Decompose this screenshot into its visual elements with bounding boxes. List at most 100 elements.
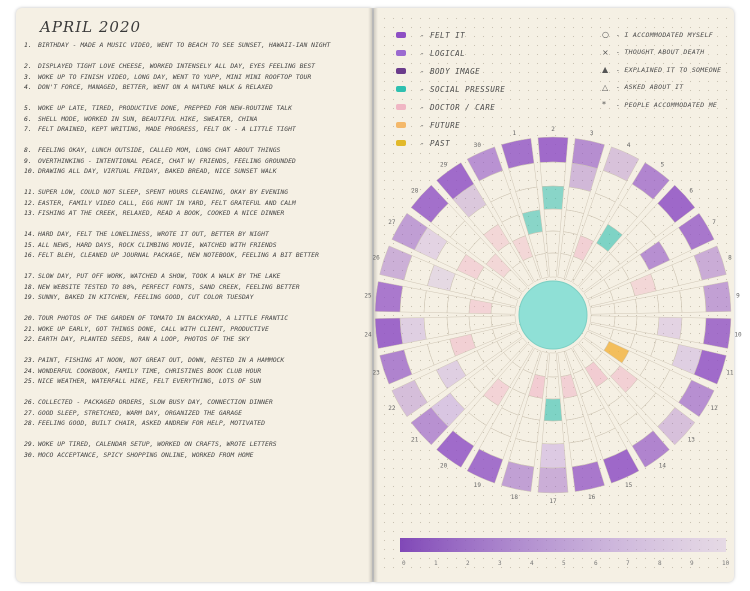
- wheel-segment: [587, 407, 616, 438]
- wheel-day-label: 5: [661, 162, 665, 169]
- scale-tick-label: 8: [658, 560, 662, 567]
- wheel-day-label: 7: [712, 219, 716, 226]
- wheel-segment: [596, 223, 623, 252]
- wheel-segment: [537, 467, 569, 494]
- wheel-segment: [590, 315, 616, 327]
- wheel-segment: [557, 351, 572, 377]
- wheel-segment: [449, 333, 476, 357]
- wheel-segment: [610, 365, 638, 393]
- wheel-segment: [563, 209, 585, 235]
- wheel-segment: [391, 379, 428, 418]
- wheel-segment: [534, 253, 549, 279]
- wheel-segment: [399, 285, 427, 313]
- wheel-segment: [496, 279, 523, 300]
- wheel-day-label: 23: [372, 369, 380, 376]
- wheel-segment: [565, 186, 591, 214]
- wheel-day-label: 25: [364, 293, 372, 300]
- wheel-day-label: 6: [689, 188, 693, 195]
- wheel-segment: [515, 186, 541, 214]
- wheel-day-label: 9: [736, 293, 740, 300]
- wheel-segment: [468, 298, 493, 315]
- wheel-day-label: 28: [411, 188, 419, 195]
- wheel-segment: [613, 315, 638, 332]
- wheel-day-label: 10: [734, 331, 742, 338]
- wheel-segment: [602, 448, 640, 484]
- wheel-segment: [656, 290, 683, 314]
- wheel-day-label: 17: [549, 498, 557, 505]
- wheel-segment: [543, 398, 563, 422]
- wheel-segment: [399, 317, 427, 345]
- wheel-segment: [490, 303, 516, 315]
- wheel-segment: [607, 394, 638, 426]
- wheel-segment: [583, 330, 610, 351]
- wheel-segment: [515, 416, 541, 444]
- scale-tick-label: 2: [466, 560, 470, 567]
- wheel-segment: [423, 290, 450, 314]
- wheel-segment: [446, 294, 471, 314]
- wheel-day-label: 2: [551, 126, 555, 133]
- wheel-day-label: 27: [388, 219, 396, 226]
- wheel-day-label: 4: [627, 142, 631, 149]
- wheel-segment: [490, 315, 516, 327]
- wheel-segment: [565, 256, 584, 283]
- wheel-segment: [678, 212, 715, 251]
- wheel-segment: [565, 416, 591, 444]
- wheel-center-circle: [518, 280, 588, 350]
- wheel-segment: [602, 146, 640, 182]
- wheel-segment: [374, 317, 404, 349]
- wheel-segment: [483, 378, 510, 407]
- wheel-segment: [702, 317, 732, 349]
- wheel-segment: [466, 146, 504, 182]
- wheel-segment: [522, 256, 541, 283]
- intensity-scale-bar: [400, 538, 726, 552]
- wheel-segment: [466, 448, 504, 484]
- wheel-segment: [496, 330, 523, 351]
- wheel-segment: [508, 162, 538, 192]
- wheel-segment: [490, 407, 519, 438]
- wheel-segment: [547, 252, 559, 278]
- wheel-segment: [521, 209, 543, 235]
- wheel-segment: [557, 253, 572, 279]
- wheel-segment: [545, 230, 561, 254]
- scale-tick-label: 10: [722, 560, 730, 567]
- scale-tick-label: 3: [498, 560, 502, 567]
- wheel-day-label: 1: [513, 130, 517, 137]
- wheel-segment: [595, 253, 621, 278]
- wheel-segment: [541, 185, 565, 210]
- wheel-segment: [374, 281, 404, 313]
- wheel-segment: [679, 285, 707, 313]
- wheel-day-label: 21: [411, 436, 419, 443]
- wheel-segment: [630, 273, 657, 297]
- mood-wheel-chart: 1234567891011121314151617181920212223242…: [364, 126, 742, 567]
- wheel-day-label: 12: [710, 405, 718, 412]
- wheel-segment: [485, 352, 511, 377]
- wheel-segment: [539, 161, 567, 187]
- scale-tick-label: 1: [434, 560, 438, 567]
- wheel-segment: [427, 264, 456, 292]
- wheel-day-label: 19: [474, 482, 482, 489]
- wheel-segment: [565, 347, 584, 374]
- wheel-segment: [702, 281, 732, 313]
- wheel-day-label: 20: [440, 462, 448, 469]
- wheel-segment: [613, 298, 638, 315]
- wheel-segment: [573, 235, 594, 262]
- wheel-segment: [470, 328, 497, 348]
- wheel-segment: [490, 192, 519, 223]
- scale-tick-label: 9: [690, 560, 694, 567]
- wheel-segment: [568, 162, 598, 192]
- wheel-segment: [534, 351, 549, 377]
- wheel-segment: [470, 282, 497, 302]
- scale-tick-label: 7: [626, 560, 630, 567]
- wheel-segment: [379, 245, 413, 281]
- wheel-day-label: 30: [474, 142, 482, 149]
- wheel-segment: [679, 317, 707, 345]
- wheel-day-label: 24: [364, 331, 372, 338]
- wheel-segment: [541, 420, 565, 445]
- wheel-day-label: 26: [372, 255, 380, 262]
- wheel-segment: [423, 316, 450, 340]
- wheel-segment: [512, 235, 533, 262]
- wheel-day-label: 3: [590, 130, 594, 137]
- wheel-segment: [630, 333, 657, 357]
- wheel-day-label: 15: [625, 482, 633, 489]
- wheel-segment: [483, 223, 510, 252]
